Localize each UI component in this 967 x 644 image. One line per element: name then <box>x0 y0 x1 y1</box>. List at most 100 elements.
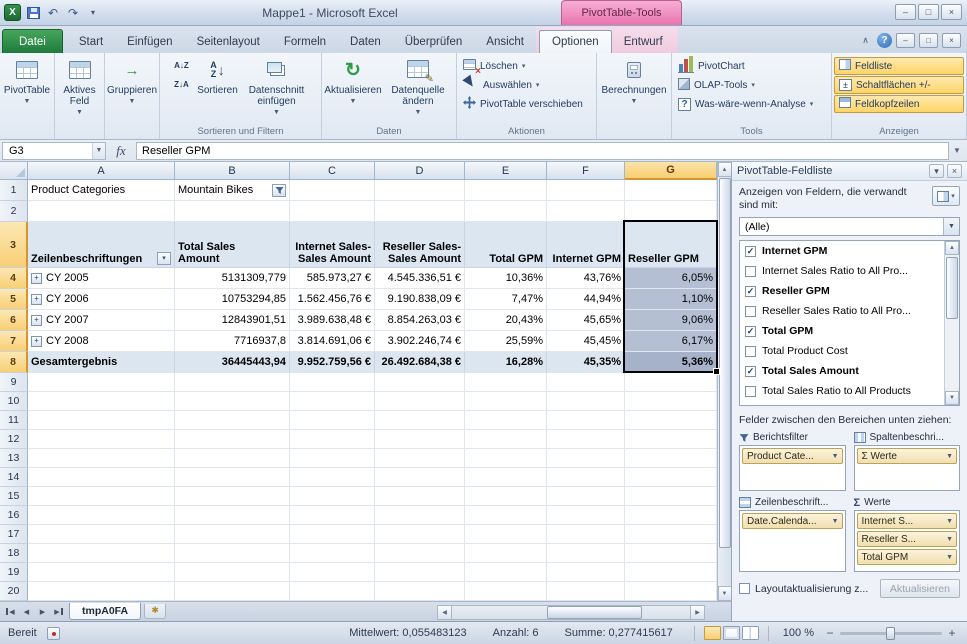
cell-G9[interactable] <box>625 373 717 392</box>
cell-G17[interactable] <box>625 525 717 544</box>
cell-F11[interactable] <box>547 411 625 430</box>
cell-D13[interactable] <box>375 449 465 468</box>
cell-D12[interactable] <box>375 430 465 449</box>
zoom-in-button[interactable]: + <box>945 626 959 640</box>
area-field-total-gpm[interactable]: Total GPM ▼ <box>856 549 957 565</box>
cell-G11[interactable] <box>625 411 717 430</box>
area-box-werte[interactable]: Internet S... ▼ Reseller S... ▼ Total GPM ▼ <box>853 510 960 572</box>
row-header-14[interactable]: 14 <box>0 468 28 487</box>
button-pivottable-verschieben[interactable]: PivotTable verschieben <box>459 95 594 113</box>
button-feldliste[interactable]: Feldliste <box>834 57 964 75</box>
button-aktualisieren[interactable]: ↻ Aktualisieren ▼ <box>324 54 382 124</box>
cell-C16[interactable] <box>290 506 375 525</box>
area-box-berichtsfilter[interactable]: Product Cate... ▼ <box>739 445 846 491</box>
undo-button[interactable]: ↶ <box>45 5 61 21</box>
pane-options-dropdown-icon[interactable]: ▾ <box>929 164 944 178</box>
cell-A1[interactable]: Product Categories <box>28 180 175 201</box>
field-dropdown-icon[interactable]: ▼ <box>832 518 839 525</box>
cell-E4[interactable]: 10,36% <box>465 268 547 289</box>
button-pivottable[interactable]: PivotTable ▼ <box>3 54 51 124</box>
save-button[interactable] <box>25 5 41 21</box>
cell-D7[interactable]: 3.902.246,74 € <box>375 331 465 352</box>
cell-G13[interactable] <box>625 449 717 468</box>
cell-F17[interactable] <box>547 525 625 544</box>
cell-F16[interactable] <box>547 506 625 525</box>
cell-E6[interactable]: 20,43% <box>465 310 547 331</box>
row-header-4[interactable]: 4 <box>0 268 28 289</box>
horizontal-scroll-track[interactable] <box>452 604 690 620</box>
cell-D3[interactable]: Reseller Sales-Sales Amount <box>375 222 465 268</box>
button-schaltfl-chen[interactable]: ± Schaltflächen +/- <box>834 76 964 94</box>
sort-descending-button[interactable]: Z↓A <box>170 76 194 92</box>
row-header-12[interactable]: 12 <box>0 430 28 449</box>
button-gruppieren[interactable]: → Gruppieren ▼ <box>107 54 157 124</box>
tab-berpr-fen[interactable]: Überprüfen <box>393 31 475 53</box>
row-header-18[interactable]: 18 <box>0 544 28 563</box>
row-header-1[interactable]: 1 <box>0 180 28 201</box>
cell-E10[interactable] <box>465 392 547 411</box>
page-filter-button[interactable] <box>272 183 286 197</box>
cell-B1[interactable]: Mountain Bikes <box>175 180 290 201</box>
workbook-restore-icon[interactable]: □ <box>919 33 938 48</box>
first-sheet-icon[interactable]: ◀ <box>3 605 18 619</box>
cell-D11[interactable] <box>375 411 465 430</box>
cell-C7[interactable]: 3.814.691,06 € <box>290 331 375 352</box>
field-checkbox[interactable]: ✓ <box>745 245 756 257</box>
sheet-tab[interactable]: tmpA0FA <box>69 602 142 620</box>
insert-function-button[interactable]: fx <box>106 143 136 159</box>
cell-E20[interactable] <box>465 582 547 601</box>
cell-F1[interactable] <box>547 180 625 201</box>
scroll-left-icon[interactable]: ◀ <box>437 604 452 620</box>
cell-D5[interactable]: 9.190.838,09 € <box>375 289 465 310</box>
area-field-internet-s[interactable]: Internet S... ▼ <box>856 513 957 529</box>
cell-A2[interactable] <box>28 201 175 222</box>
select-all-button[interactable] <box>0 162 28 180</box>
cell-G3[interactable]: Reseller GPM <box>625 222 717 268</box>
cell-B2[interactable] <box>175 201 290 222</box>
area-field-product-cate[interactable]: Product Cate... ▼ <box>742 448 843 464</box>
next-sheet-icon[interactable]: ▶ <box>35 605 50 619</box>
row-header-19[interactable]: 19 <box>0 563 28 582</box>
cell-B5[interactable]: 10753294,85 <box>175 289 290 310</box>
cell-F9[interactable] <box>547 373 625 392</box>
insert-worksheet-button[interactable]: ✱ <box>144 603 167 619</box>
cell-B18[interactable] <box>175 544 290 563</box>
field-checkbox[interactable] <box>745 265 756 277</box>
button-berechnungen[interactable]: Berechnungen ▼ <box>600 54 667 124</box>
cell-C13[interactable] <box>290 449 375 468</box>
field-item-reseller-sales-ratio-to-all-pro[interactable]: Reseller Sales Ratio to All Pro... <box>740 301 959 321</box>
row-header-15[interactable]: 15 <box>0 487 28 506</box>
button-sortieren[interactable]: A Z ↓ Sortieren <box>195 54 241 124</box>
cell-A12[interactable] <box>28 430 175 449</box>
cell-B12[interactable] <box>175 430 290 449</box>
cell-B7[interactable]: 7716937,8 <box>175 331 290 352</box>
cell-A18[interactable] <box>28 544 175 563</box>
field-list-view-button[interactable]: ▾ <box>932 186 960 206</box>
column-header-F[interactable]: F <box>547 162 625 180</box>
close-button[interactable]: × <box>941 4 962 20</box>
cell-C19[interactable] <box>290 563 375 582</box>
cell-B6[interactable]: 12843901,51 <box>175 310 290 331</box>
cell-G6[interactable]: 9,06% <box>625 310 717 331</box>
scroll-up-icon[interactable]: ▲ <box>717 162 732 177</box>
field-item-internet-gpm[interactable]: ✓ Internet GPM <box>740 241 959 261</box>
field-dropdown-icon[interactable]: ▼ <box>946 554 953 561</box>
cell-E19[interactable] <box>465 563 547 582</box>
row-header-16[interactable]: 16 <box>0 506 28 525</box>
minimize-ribbon-icon[interactable]: ∧ <box>858 33 873 48</box>
cell-C20[interactable] <box>290 582 375 601</box>
cell-E3[interactable]: Total GPM <box>465 222 547 268</box>
tab-ansicht[interactable]: Ansicht <box>474 31 536 53</box>
field-item-total-sales-ratio-to-all-products[interactable]: Total Sales Ratio to All Products <box>740 381 959 401</box>
cell-E16[interactable] <box>465 506 547 525</box>
cell-E9[interactable] <box>465 373 547 392</box>
sort-ascending-button[interactable]: A↓Z <box>170 57 194 73</box>
field-item-total-product-cost[interactable]: Total Product Cost <box>740 341 959 361</box>
cell-G7[interactable]: 6,17% <box>625 331 717 352</box>
cell-B15[interactable] <box>175 487 290 506</box>
maximize-button[interactable]: □ <box>918 4 939 20</box>
field-checkbox[interactable] <box>745 385 756 397</box>
qat-customize-dropdown-icon[interactable]: ▾ <box>85 5 101 21</box>
expand-item-button[interactable]: + <box>31 293 42 305</box>
row-labels-filter-button[interactable]: ▾ <box>157 252 171 265</box>
